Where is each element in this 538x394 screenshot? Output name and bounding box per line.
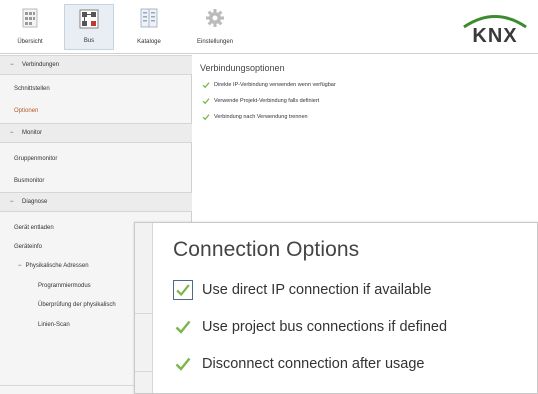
checkmark-icon <box>202 98 210 105</box>
option-label: Use project bus connections if defined <box>202 319 448 335</box>
settings-label: Einstellungen <box>196 39 234 45</box>
sidebar-item-interfaces[interactable]: Schnittstellen <box>14 86 50 92</box>
option-label: Direkte IP-Verbindung verwenden wenn ver… <box>214 82 336 88</box>
option-direct-ip[interactable]: Direkte IP-Verbindung verwenden wenn ver… <box>202 81 336 89</box>
catalogs-button[interactable]: Kataloge <box>124 4 174 50</box>
zoom-option-direct-ip[interactable]: Use direct IP connection if available <box>173 280 431 300</box>
overview-grid-icon <box>22 8 38 28</box>
bus-label: Bus <box>83 38 95 44</box>
sidebar-item-label: Physikalische Adressen <box>25 263 89 269</box>
option-label: Disconnect connection after usage <box>202 356 425 372</box>
zoom-option-disconnect[interactable]: Disconnect connection after usage <box>173 354 424 374</box>
sidebar-item-unload-device[interactable]: Gerät entladen <box>14 225 54 231</box>
strip-divider <box>135 371 153 372</box>
panel-title: Verbindungsoptionen <box>200 63 285 73</box>
checkmark-icon <box>175 357 191 371</box>
checkmark-icon <box>202 114 210 121</box>
gear-icon <box>206 9 224 27</box>
overview-button[interactable]: Übersicht <box>8 4 52 50</box>
strip-divider <box>135 313 153 314</box>
collapse-icon: − <box>10 130 14 136</box>
checkmark-icon <box>202 82 210 89</box>
settings-button[interactable]: Einstellungen <box>182 4 248 50</box>
section-title: Verbindungen <box>22 62 60 68</box>
option-label: Use direct IP connection if available <box>202 282 432 298</box>
section-title: Monitor <box>22 130 43 136</box>
sidebar-item-programming-mode[interactable]: Programmiermodus <box>38 283 91 289</box>
sidebar-item-bus-monitor[interactable]: Busmonitor <box>14 178 44 184</box>
section-title: Diagnose <box>22 199 48 205</box>
option-label: Verbindung nach Verwendung trennen <box>214 114 308 120</box>
collapse-icon: − <box>18 263 22 269</box>
section-header-monitor[interactable]: − Monitor <box>0 123 192 143</box>
collapse-icon: − <box>10 199 14 205</box>
option-project-connection[interactable]: Verwende Projekt-Verbindung falls defini… <box>202 97 319 105</box>
connection-options-panel: Verbindungsoptionen Direkte IP-Verbindun… <box>193 55 538 225</box>
overview-label: Übersicht <box>17 39 43 45</box>
sidebar-item-options[interactable]: Optionen <box>14 108 38 114</box>
option-label: Verwende Projekt-Verbindung falls defini… <box>214 98 320 104</box>
section-header-diagnose[interactable]: − Diagnose <box>0 192 192 212</box>
knx-logo: KNX <box>463 15 527 47</box>
bus-network-icon <box>79 9 99 29</box>
option-disconnect-after-use[interactable]: Verbindung nach Verwendung trennen <box>202 113 308 121</box>
checkbox-focused-icon <box>173 280 193 300</box>
catalogs-label: Kataloge <box>137 39 161 45</box>
catalog-icon <box>140 8 158 28</box>
zoom-title: Connection Options <box>173 238 360 261</box>
knx-logo-text: KNX <box>472 25 517 47</box>
ribbon-toolbar: Übersicht Bus Kataloge Einstellungen KNX <box>0 0 538 54</box>
zoom-sidebar-strip <box>135 223 153 393</box>
bus-button[interactable]: Bus <box>64 4 114 50</box>
collapse-icon: − <box>10 62 14 68</box>
sidebar-item-group-monitor[interactable]: Gruppenmonitor <box>14 156 57 162</box>
sidebar-item-device-info[interactable]: Geräteinfo <box>14 244 42 250</box>
sidebar-item-check-physical[interactable]: Überprüfung der physikalisch <box>38 302 116 308</box>
zoom-option-project-bus[interactable]: Use project bus connections if defined <box>173 317 447 337</box>
section-header-verbindungen[interactable]: − Verbindungen <box>0 55 192 75</box>
zoomed-connection-options: Connection Options Use direct IP connect… <box>134 222 538 394</box>
sidebar-item-line-scan[interactable]: Linien-Scan <box>38 322 70 328</box>
sidebar-item-physical-addresses[interactable]: − Physikalische Adressen <box>18 263 89 269</box>
checkmark-icon <box>175 320 191 334</box>
